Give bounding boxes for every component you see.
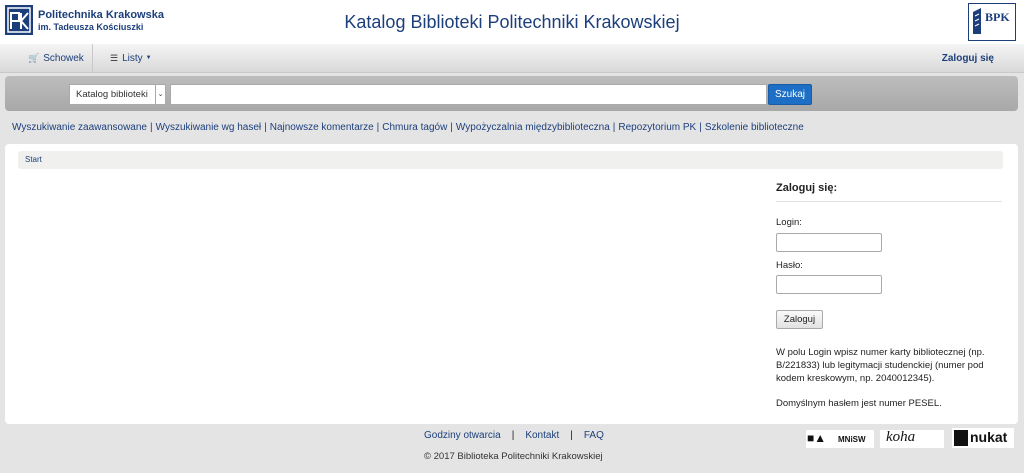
- footer-link-faq[interactable]: FAQ: [584, 430, 604, 441]
- nav-login-link[interactable]: Zaloguj się: [942, 44, 994, 73]
- footer-links: Godziny otwarcia | Kontakt | FAQ: [424, 430, 604, 441]
- nav-schowek-label: Schowek: [43, 53, 84, 64]
- mnisw-logo[interactable]: ■▲ MNiSW: [806, 430, 874, 448]
- chevron-down-icon: ▼: [145, 55, 152, 61]
- search-input[interactable]: [170, 84, 767, 105]
- login-help-text: W polu Login wpisz numer karty bibliotec…: [776, 347, 985, 384]
- link-advanced-search[interactable]: Wyszukiwanie zaawansowane: [12, 122, 147, 133]
- link-separator: |: [699, 122, 702, 133]
- search-scope-select[interactable]: Katalog biblioteki ⌄: [69, 84, 166, 105]
- link-separator: |: [450, 122, 453, 133]
- link-separator: |: [149, 122, 153, 133]
- nav-divider: [92, 44, 93, 73]
- list-icon: ☰: [110, 53, 119, 64]
- login-field[interactable]: [776, 233, 882, 252]
- link-library-training[interactable]: Szkolenie biblioteczne: [705, 122, 804, 133]
- koha-logo[interactable]: koha: [880, 429, 944, 448]
- footer-link-separator: |: [511, 430, 515, 441]
- secondary-links: Wyszukiwanie zaawansowane | Wyszukiwanie w…: [12, 122, 804, 133]
- password-field[interactable]: [776, 275, 882, 294]
- link-interlibrary-loan[interactable]: Wypożyczalnia międzybiblioteczna: [456, 122, 610, 133]
- nukat-logo[interactable]: nukat: [952, 428, 1014, 448]
- link-search-by-heading[interactable]: Wyszukiwanie wg haseł: [156, 122, 262, 133]
- breadcrumb-start-link[interactable]: Start: [25, 155, 42, 164]
- bpk-logo-text: BPK: [985, 10, 1010, 24]
- chevron-down-icon: ⌄: [155, 85, 165, 104]
- search-scope-value: Katalog biblioteki: [76, 89, 148, 100]
- search-button[interactable]: Szukaj: [768, 84, 812, 105]
- institution-name-line2: im. Tadeusza Kościuszki: [38, 22, 144, 32]
- nav-schowek[interactable]: 🛒 Schowek: [28, 44, 84, 73]
- top-navbar: 🛒 Schowek ☰ Listy ▼ Zaloguj się: [0, 44, 1024, 73]
- login-field-label: Login:: [776, 217, 802, 228]
- main-panel: Start Zaloguj się: Login: Hasło: Zaloguj…: [5, 144, 1018, 424]
- link-separator: |: [612, 122, 616, 133]
- institution-name-line1: Politechnika Krakowska: [38, 9, 164, 21]
- password-field-label: Hasło:: [776, 260, 803, 271]
- mnisw-logo-mark: ■▲: [807, 431, 827, 445]
- link-tag-cloud[interactable]: Chmura tagów: [382, 122, 447, 133]
- cart-icon: 🛒: [28, 53, 40, 63]
- nukat-logo-text: nukat: [970, 429, 1008, 445]
- login-submit-button[interactable]: Zaloguj: [776, 310, 823, 329]
- login-form: Zaloguj się: Login: Hasło: Zaloguj W pol…: [776, 182, 1002, 409]
- bpk-logo[interactable]: BPK: [968, 3, 1016, 41]
- page-header: Politechnika Krakowska im. Tadeusza Kośc…: [0, 0, 1024, 44]
- site-title: Katalog Biblioteki Politechniki Krakowsk…: [344, 12, 680, 32]
- default-password-note: Domyślnym hasłem jest numer PESEL.: [776, 398, 942, 409]
- footer-link-separator: |: [570, 430, 573, 441]
- breadcrumb: Start: [18, 151, 1003, 169]
- link-latest-comments[interactable]: Najnowsze komentarze: [270, 122, 374, 133]
- nav-listy-dropdown[interactable]: ☰ Listy ▼: [110, 44, 152, 73]
- footer-link-opening-hours[interactable]: Godziny otwarcia: [424, 430, 501, 441]
- footer-link-contact[interactable]: Kontakt: [525, 430, 559, 441]
- login-title: Zaloguj się:: [776, 182, 1002, 202]
- link-separator: |: [376, 122, 380, 133]
- nav-listy-label: Listy: [122, 53, 143, 65]
- institution-name[interactable]: Politechnika Krakowska im. Tadeusza Kośc…: [38, 9, 164, 33]
- nukat-logo-mark: [954, 430, 968, 446]
- koha-logo-text: koha: [886, 429, 916, 445]
- pk-logo[interactable]: [5, 5, 33, 35]
- link-separator: |: [264, 122, 267, 133]
- copyright-text: © 2017 Biblioteka Politechniki Krakowski…: [424, 451, 603, 462]
- link-repository[interactable]: Repozytorium PK: [618, 122, 696, 133]
- mnisw-logo-text: MNiSW: [838, 435, 866, 444]
- search-bar: Katalog biblioteki ⌄ Szukaj: [5, 76, 1018, 111]
